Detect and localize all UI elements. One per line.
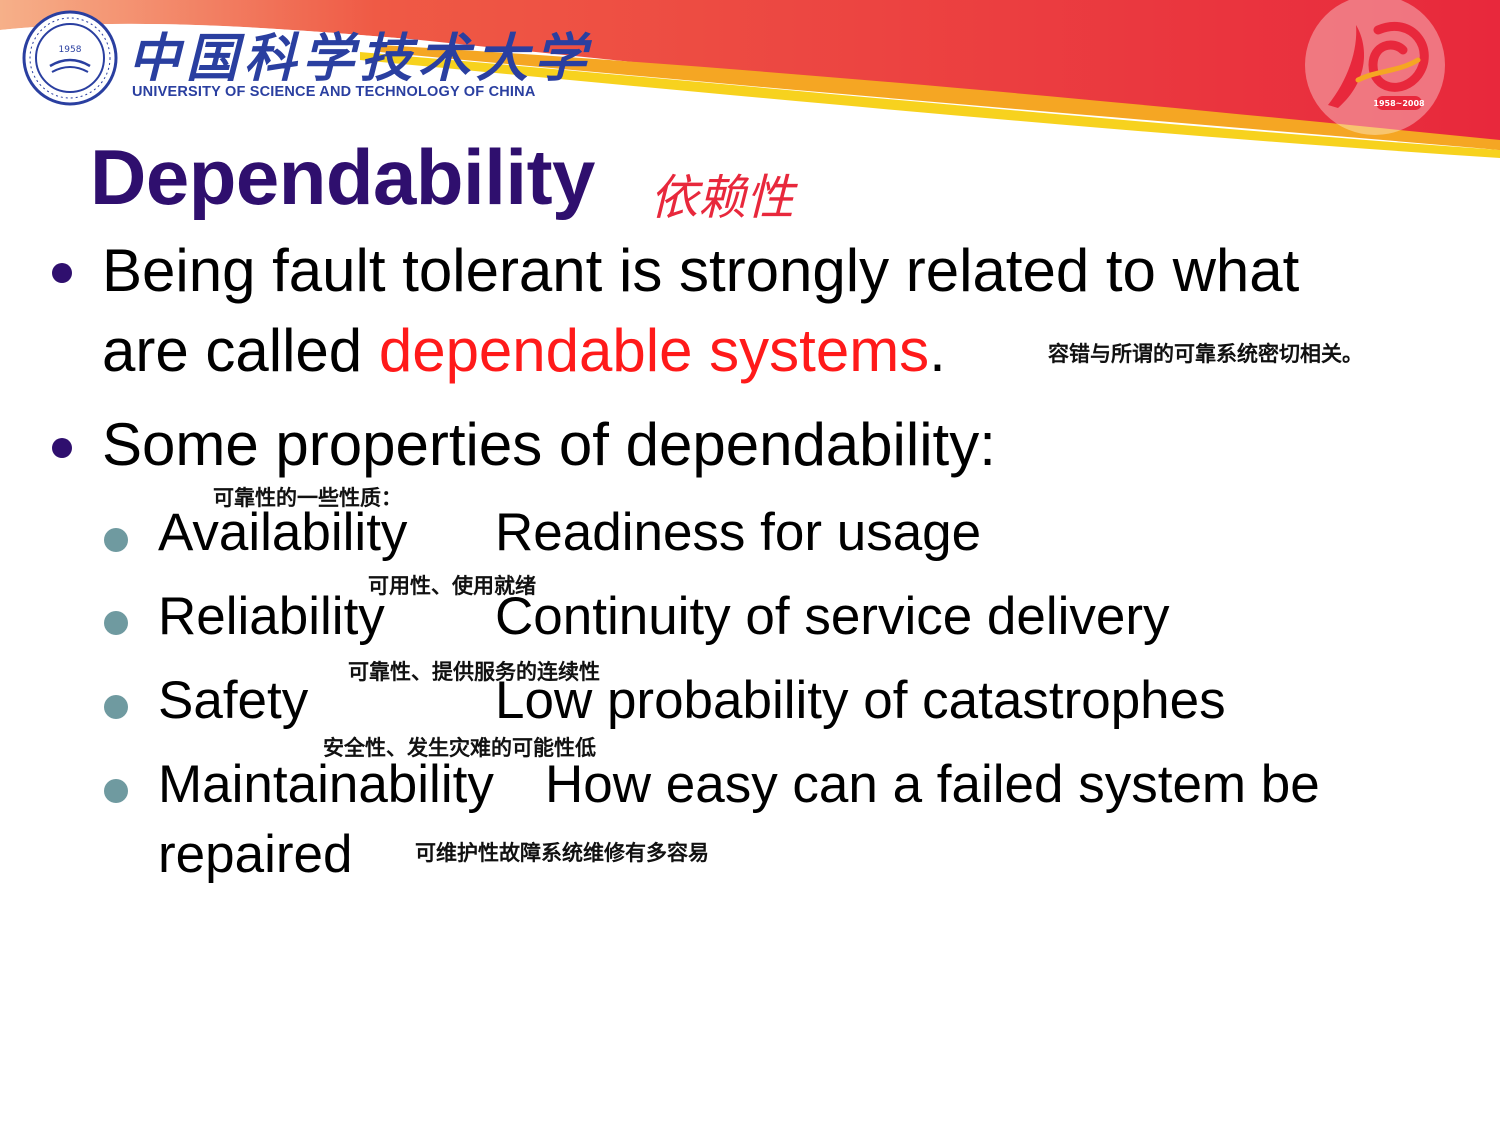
property-maintainability-term: Maintainability — [158, 755, 494, 814]
sub-bullet-dot-icon — [104, 528, 128, 552]
property-reliability-desc: Continuity of service delivery — [495, 587, 1170, 646]
university-logo: 1958 中国科学技术大学 UNIVERSITY OF SCIENCE AND … — [18, 8, 586, 108]
anniversary-years: 1958~2008 — [1373, 99, 1425, 108]
bullet-1-highlight: dependable systems — [378, 317, 930, 384]
property-safety-term: Safety — [158, 671, 309, 730]
bullet-1-line-2: are called dependable systems. — [102, 316, 946, 385]
university-name-en: UNIVERSITY OF SCIENCE AND TECHNOLOGY OF … — [132, 84, 536, 100]
bullet-dot-icon — [52, 438, 72, 458]
bullet-2-text: Some properties of dependability: — [102, 411, 996, 478]
property-maintainability-desc: How easy can a failed system be — [545, 755, 1320, 814]
sub-bullet-dot-icon — [104, 695, 128, 719]
property-reliability-term: Reliability — [158, 587, 385, 646]
property-safety-desc: Low probability of catastrophes — [495, 671, 1226, 730]
bullet-1-line-1: Being fault tolerant is strongly related… — [102, 237, 1300, 304]
property-maintainability-desc-cont: repaired — [158, 825, 353, 884]
property-availability-term: Availability — [158, 503, 408, 562]
university-name-cn: 中国科学技术大学 — [128, 28, 593, 89]
slide-title: Dependability — [90, 133, 595, 221]
anniversary-emblem-icon: 1958~2008 — [1328, 21, 1429, 110]
sub-bullet-dot-icon — [104, 779, 128, 803]
bullet-1-prefix: are called — [102, 317, 379, 384]
property-maintainability-note: 可维护性故障系统维修有多容易 — [415, 841, 709, 865]
university-seal-icon: 1958 — [22, 10, 118, 106]
property-availability-desc: Readiness for usage — [495, 503, 982, 562]
seal-year: 1958 — [59, 45, 82, 55]
title-handwritten-note: 依赖性 — [650, 170, 795, 226]
sub-bullet-dot-icon — [104, 611, 128, 635]
bullet-dot-icon — [52, 263, 72, 283]
bullet-1-note: 容错与所谓的可靠系统密切相关。 — [1048, 342, 1363, 366]
bullet-1-suffix: . — [929, 317, 946, 384]
